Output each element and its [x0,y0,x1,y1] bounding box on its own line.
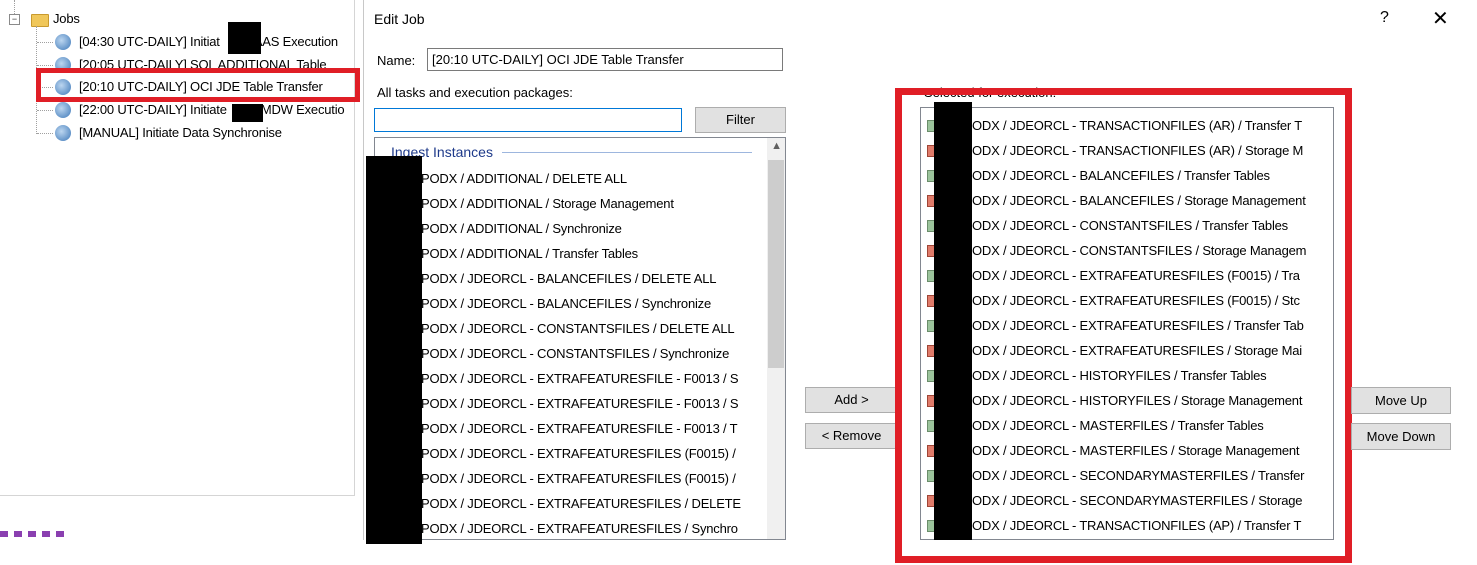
help-icon[interactable]: ? [1380,9,1389,27]
tree-connector [14,0,15,14]
list-item[interactable]: PODX / JDEORCL - CONSTANTSFILES / DELETE… [421,316,735,341]
highlight-box-selected [895,88,1352,563]
redaction-box [366,156,422,544]
list-item[interactable]: PODX / JDEORCL - EXTRAFEATURESFILES / DE… [421,491,741,516]
list-item[interactable]: PODX / ADDITIONAL / DELETE ALL [421,166,627,191]
move-up-button[interactable]: Move Up [1351,387,1451,414]
job-icon [55,102,71,118]
list-item[interactable]: PODX / JDEORCL - BALANCEFILES / Synchron… [421,291,711,316]
collapse-icon[interactable]: − [9,14,20,25]
group-divider [502,152,752,153]
list-item[interactable]: PODX / JDEORCL - EXTRAFEATURESFILES (F00… [421,441,736,466]
tree-connector [37,110,53,111]
name-field[interactable]: [20:10 UTC-DAILY] OCI JDE Table Transfer [427,48,783,71]
edit-job-dialog: Edit Job ? ✕ Name: [20:10 UTC-DAILY] OCI… [363,0,1477,563]
list-item[interactable]: PODX / JDEORCL - EXTRAFEATURESFILE - F00… [421,416,738,441]
filter-button[interactable]: Filter [695,107,786,133]
folder-icon [31,14,49,27]
tree-connector [37,133,53,134]
tree-node-label: Jobs [53,11,80,26]
remove-button[interactable]: < Remove [805,423,898,449]
list-item[interactable]: PODX / JDEORCL - EXTRAFEATURESFILES (F00… [421,466,736,491]
job-icon [55,125,71,141]
job-icon [55,34,71,50]
list-item[interactable]: PODX / JDEORCL - EXTRAFEATURESFILE - F00… [421,366,739,391]
redaction-box [232,104,263,122]
add-button[interactable]: Add > [805,387,898,413]
list-item[interactable]: PODX / ADDITIONAL / Synchronize [421,216,622,241]
tree-job-label: [04:30 UTC-DAILY] Initiat AAS Execution [79,34,338,49]
tree-connector [37,65,53,66]
tree-job-label: [MANUAL] Initiate Data Synchronise [79,125,282,140]
all-tasks-label: All tasks and execution packages: [377,85,573,100]
redaction-box [228,22,261,54]
list-item[interactable]: PODX / ADDITIONAL / Storage Management [421,191,674,216]
scroll-up-icon[interactable]: ▲ [771,140,782,152]
available-tasks-list[interactable]: Ingest Instances PODX / ADDITIONAL / DEL… [374,137,786,540]
list-item[interactable]: PODX / JDEORCL - EXTRAFEATURESFILE - F00… [421,391,739,416]
tree-connector [37,42,53,43]
list-item[interactable]: PODX / ADDITIONAL / Transfer Tables [421,241,638,266]
scroll-thumb[interactable] [768,160,784,368]
taskbar-strip [0,531,70,537]
filter-input[interactable] [374,108,682,132]
list-item[interactable]: PODX / JDEORCL - EXTRAFEATURESFILES / Sy… [421,516,738,539]
close-icon[interactable]: ✕ [1432,6,1449,31]
name-label: Name: [377,53,416,68]
scrollbar[interactable]: ▲ [767,138,785,539]
tree-job-label: [22:00 UTC-DAILY] Initiate MDW Executio [79,102,345,117]
list-item[interactable]: PODX / JDEORCL - CONSTANTSFILES / Synchr… [421,341,729,366]
list-item[interactable]: PODX / JDEORCL - BALANCEFILES / DELETE A… [421,266,716,291]
dialog-title: Edit Job [374,11,425,27]
move-down-button[interactable]: Move Down [1351,423,1451,450]
highlight-box-tree [36,68,360,102]
